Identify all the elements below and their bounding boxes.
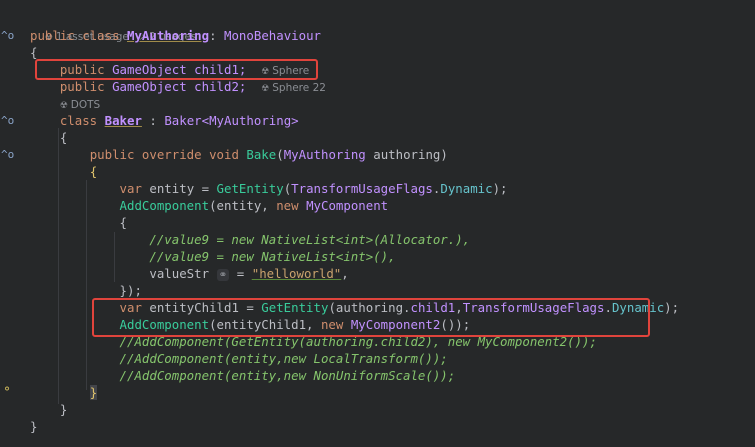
type[interactable]: MyComponent [306,198,388,213]
punct: : [209,28,217,43]
punct: ( [276,147,284,162]
editor-gutter: ^o ^o ^o ⚬ [0,0,24,447]
unity-pin-icon: ☢ [59,101,71,111]
keyword: class [59,113,98,128]
arguments: (entity, [209,198,269,213]
code-line-10[interactable]: AddComponent(entity, new MyComponent [30,197,389,214]
punct: ); [492,181,508,196]
unity-pin-icon: ☢ [261,84,273,94]
keyword: new [276,198,299,213]
code-line-1[interactable]: public class MyAuthoring: MonoBehaviour [30,27,321,44]
code-line-21[interactable]: } [30,384,98,401]
comment: //value9 = new NativeList<int>(Allocator… [149,232,471,247]
code-line-12[interactable]: //value9 = new NativeList<int>(Allocator… [30,231,470,248]
class-name[interactable]: Baker [105,113,142,128]
code-line-8[interactable]: { [30,163,97,180]
brace: } [59,402,68,417]
code-line-11[interactable]: { [30,214,127,231]
keyword: var [119,181,142,196]
keyword: void [209,147,239,162]
comment: //AddComponent(entity,new NonUniformScal… [119,368,456,383]
keyword: public [30,28,75,43]
field-name[interactable]: valueStr [149,266,209,281]
code-line-5[interactable]: class Baker : Baker<MyAuthoring> [30,112,299,129]
method-call[interactable]: AddComponent [120,198,210,213]
brace: { [119,215,127,230]
brace: }); [119,283,142,298]
comment: //value9 = new NativeList<int>(), [149,249,396,264]
keyword: override [141,147,202,162]
code-line-15[interactable]: }); [30,282,142,299]
brace: { [89,164,98,179]
enum-member[interactable]: Dynamic [440,181,492,196]
code-line-22[interactable]: } [30,401,67,418]
dots-hint[interactable]: DOTS [71,99,100,111]
brace: { [30,45,38,60]
code-line-7[interactable]: public override void Bake(MyAuthoring au… [30,146,448,163]
punct: ); [664,300,680,315]
usage-hints: ☢ 1 asset usage ↗ 2 usages [30,10,197,43]
string-literal[interactable]: "helloworld" [252,266,342,281]
unity-reference-hint[interactable]: Sphere 22 [272,82,326,94]
parameter-hint-icon: ⚭ [216,269,230,281]
enum-type[interactable]: TransformUsageFlags [291,181,433,196]
comment: //AddComponent(entity,new LocalTransform… [119,351,448,366]
dots-hint-line: ☢ DOTS [30,95,100,112]
code-line-4[interactable]: public GameObject child2; ☢ Sphere 22 [30,78,326,95]
punct: : [149,113,157,128]
type[interactable]: GameObject [112,79,187,94]
brace: } [30,419,38,434]
method-name[interactable]: Bake [246,147,276,162]
base-type[interactable]: Baker<MyAuthoring> [164,113,298,128]
keyword: public [89,147,135,162]
highlight-box-child1 [35,59,318,80]
class-name[interactable]: MyAuthoring [127,28,209,43]
keyword: class [82,28,120,43]
code-line-23[interactable]: } [30,418,37,435]
keyword: public [59,79,105,94]
base-type[interactable]: MonoBehaviour [224,28,321,43]
highlight-box-child1-usage [92,298,650,337]
brace: } [89,385,98,400]
code-line-13[interactable]: //value9 = new NativeList<int>(), [30,248,396,265]
code-line-9[interactable]: var entity = GetEntity(TransformUsageFla… [30,180,508,197]
code-line-6[interactable]: { [30,129,67,146]
implement-arrow-icon[interactable]: ^o [1,112,14,129]
type[interactable]: MyAuthoring [284,147,366,162]
code-line-14[interactable]: valueStr ⚭ = "helloworld", [30,265,349,282]
parameter[interactable]: authoring) [373,147,448,162]
lightbulb-icon[interactable]: ⚬ [2,382,12,396]
punct: , [341,266,349,281]
field-name[interactable]: child2; [194,79,246,94]
variable[interactable]: entity = [149,181,209,196]
brace: { [59,130,68,145]
code-line-20[interactable]: //AddComponent(entity,new NonUniformScal… [30,367,456,384]
punct: = [236,266,245,281]
code-line-19[interactable]: //AddComponent(entity,new LocalTransform… [30,350,448,367]
method-call[interactable]: GetEntity [217,181,284,196]
implement-arrow-icon[interactable]: ^o [1,146,14,163]
implement-arrow-icon[interactable]: ^o [1,27,14,44]
